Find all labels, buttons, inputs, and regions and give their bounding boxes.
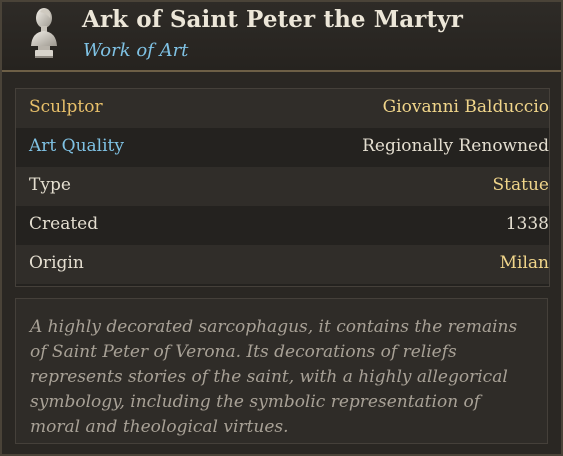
row-label: Type [29, 175, 71, 195]
row-value: 1338 [505, 214, 549, 234]
marble-bust-icon [31, 8, 57, 58]
tooltip-header: Ark of Saint Peter the Martyr Work of Ar… [2, 2, 561, 72]
row-value: Giovanni Balduccio [382, 97, 549, 117]
description-text: A highly decorated sarcophagus, it conta… [15, 298, 548, 444]
table-row-art-quality: Art Quality Regionally Renowned [16, 128, 549, 167]
table-row-type: Type Statue [16, 167, 549, 206]
row-value: Statue [492, 175, 549, 195]
table-row-origin: Origin Milan [16, 245, 549, 284]
table-row-sculptor: Sculptor Giovanni Balduccio [16, 89, 549, 128]
artwork-tooltip: Ark of Saint Peter the Martyr Work of Ar… [0, 0, 563, 456]
row-value: Regionally Renowned [362, 136, 549, 156]
page-title: Ark of Saint Peter the Martyr [82, 6, 463, 33]
row-value: Milan [499, 253, 549, 273]
row-label: Origin [29, 253, 84, 273]
details-table: Sculptor Giovanni Balduccio Art Quality … [15, 88, 550, 287]
row-label: Sculptor [29, 97, 103, 117]
row-label: Created [29, 214, 99, 234]
table-row-created: Created 1338 [16, 206, 549, 245]
row-label[interactable]: Art Quality [29, 136, 124, 156]
item-category: Work of Art [83, 40, 189, 61]
